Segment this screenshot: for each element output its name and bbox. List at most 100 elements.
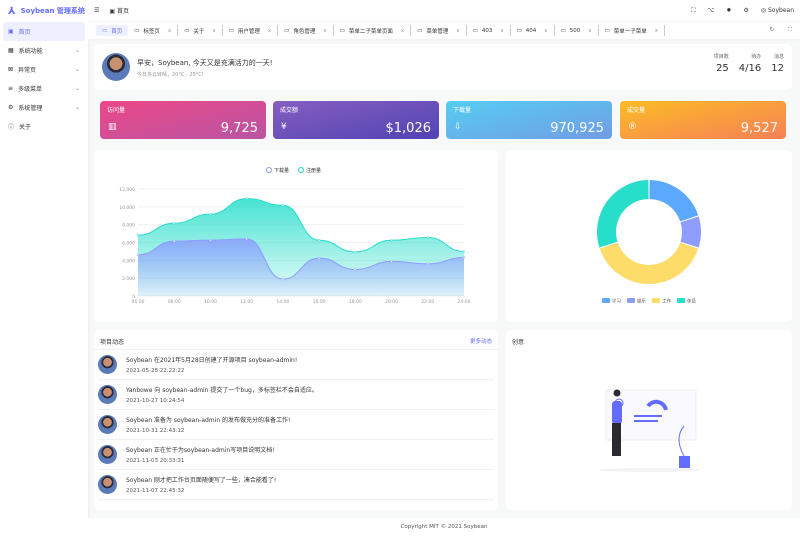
x-tick-label: 16:00 bbox=[313, 299, 326, 305]
fullscreen-icon[interactable]: ⛶ bbox=[691, 7, 695, 15]
tab-label: 404 bbox=[525, 27, 537, 34]
greeting-stat: 项目数 25 bbox=[714, 53, 729, 74]
data-point bbox=[317, 256, 321, 260]
tab[interactable]: ▭ 首页 bbox=[96, 25, 129, 36]
tab[interactable]: ▭ 403 x bbox=[467, 25, 511, 36]
area-chart: 02,0004,0006,0008,00010,00012,00006:00 08… bbox=[119, 167, 471, 305]
more-activity-link[interactable]: 更多动态 bbox=[470, 337, 492, 345]
breadcrumb[interactable]: ▣ 首页 bbox=[109, 6, 129, 15]
avatar bbox=[98, 415, 117, 434]
close-icon[interactable]: x bbox=[500, 28, 503, 34]
tab[interactable]: ▭ 404 x bbox=[511, 25, 555, 36]
sidebar-item[interactable]: ⊠ 异常页 ⌄ bbox=[3, 60, 85, 79]
tab-label: 菜单管理 bbox=[426, 28, 449, 35]
download-icon: ⇩ bbox=[454, 122, 462, 132]
creativity-illustration bbox=[599, 389, 699, 472]
avatar bbox=[98, 475, 117, 494]
bar-chart-icon: ▥ bbox=[108, 122, 117, 132]
legend-label: 休息 bbox=[687, 298, 696, 305]
activity-time: 2021-05-28 22:22:22 bbox=[126, 368, 185, 374]
breadcrumb-item: 首页 bbox=[116, 8, 129, 15]
stat-label: 待办 bbox=[751, 54, 762, 60]
tab[interactable]: ▭ 500 x bbox=[555, 25, 599, 36]
fullscreen-icon[interactable]: ⛶ bbox=[788, 27, 792, 34]
sidebar-item[interactable]: ▦ 系统功能 ⌄ bbox=[3, 41, 85, 60]
close-icon[interactable]: x bbox=[268, 28, 271, 34]
tab[interactable]: ▭ 菜单管理 x bbox=[411, 25, 467, 36]
tab-icon: ▭ bbox=[184, 27, 190, 34]
close-icon[interactable]: x bbox=[401, 28, 404, 34]
tab[interactable]: ▭ 关于 x bbox=[178, 25, 223, 36]
close-icon[interactable]: x bbox=[456, 28, 459, 34]
user-menu[interactable]: ◎ Soybean bbox=[761, 7, 794, 14]
y-tick-label: 2,000 bbox=[122, 276, 135, 282]
stat-value: 4/16 bbox=[738, 63, 762, 74]
greeting-stat: 消息 12 bbox=[771, 53, 784, 74]
x-tick-label: 24:00 bbox=[458, 299, 471, 305]
x-tick-label: 20:00 bbox=[385, 299, 398, 305]
legend-label: 学习 bbox=[612, 298, 621, 305]
close-icon[interactable]: x bbox=[168, 28, 171, 34]
theme-toggle-icon[interactable]: ✹ bbox=[726, 7, 731, 14]
tab-icon: ▭ bbox=[134, 27, 140, 34]
pie-slice bbox=[649, 180, 699, 222]
creativity-card: 创意 bbox=[506, 330, 792, 510]
x-tick-label: 08:00 bbox=[168, 299, 181, 305]
logo[interactable]: ⅄ Soybean 管理系统 bbox=[0, 0, 88, 22]
line-chart-card: 0 2,000 4,000 6,000 8,000 10,000 12,000 06:00 08… bbox=[94, 150, 498, 322]
tab-icon: ▭ bbox=[516, 27, 522, 34]
tab-label: 关于 bbox=[193, 28, 205, 35]
card-value: $1,026 bbox=[385, 121, 432, 136]
close-icon[interactable]: x bbox=[212, 28, 215, 34]
user-name: Soybean bbox=[767, 7, 794, 14]
github-icon[interactable]: ⌥ bbox=[707, 7, 714, 14]
tab-label: 菜单一子菜单 bbox=[613, 28, 647, 35]
tab-label: 500 bbox=[569, 27, 581, 34]
tab-label: 403 bbox=[481, 27, 493, 34]
tab[interactable]: ▭ 用户管理 x bbox=[223, 25, 279, 36]
close-icon[interactable]: x bbox=[588, 28, 591, 34]
activity-text: Soybean 准备为 soybean-admin 的发布做充分的准备工作! bbox=[126, 417, 291, 424]
app-title: Soybean 管理系统 bbox=[20, 7, 85, 15]
tab[interactable]: ▭ 标签页 x bbox=[128, 25, 179, 36]
collapse-menu-icon[interactable]: ☰ bbox=[94, 7, 99, 14]
legend-label: 娱乐 bbox=[637, 298, 646, 305]
activity-title: 项目动态 bbox=[100, 339, 125, 346]
settings-icon[interactable]: ⚙ bbox=[743, 7, 748, 14]
weather-text: 今日多云转晴，20°C - 25°C! bbox=[137, 72, 204, 78]
data-point bbox=[209, 238, 212, 242]
card-label: 访问量 bbox=[107, 107, 126, 114]
legend-marker bbox=[627, 298, 635, 303]
activity-text: Soybean 在2021年5月28日创建了开源项目 soybean-admin… bbox=[126, 357, 298, 364]
sidebar-item-label: 首页 bbox=[18, 29, 31, 36]
close-icon[interactable]: x bbox=[655, 28, 658, 34]
x-tick-label: 22:00 bbox=[421, 299, 434, 305]
x-tick-label: 12:00 bbox=[240, 299, 253, 305]
pie-chart: 学习 娱乐 工作 休息 bbox=[597, 180, 701, 305]
tab[interactable]: ▭ 角色管理 x bbox=[278, 25, 334, 36]
stat-card: 成交额 ¥ $1,026 bbox=[273, 101, 439, 139]
data-point bbox=[317, 238, 321, 242]
activity-card: 项目动态 更多动态 Soybean 在2021年5月28日创建了开源项目 soy… bbox=[94, 330, 498, 510]
list-item: Soybean 准备为 soybean-admin 的发布做充分的准备工作! 20… bbox=[98, 410, 494, 440]
close-icon[interactable]: x bbox=[544, 28, 547, 34]
activity-time: 2021-10-27 10:24:54 bbox=[126, 398, 185, 404]
activity-time: 2021-10-31 22:43:12 bbox=[126, 428, 185, 434]
exception-icon: ⊠ bbox=[8, 66, 14, 73]
sidebar-item[interactable]: ≡ 多级菜单 ⌄ bbox=[3, 79, 85, 98]
close-icon[interactable]: x bbox=[323, 28, 326, 34]
sidebar-item[interactable]: ⚙ 系统管理 ⌄ bbox=[3, 98, 85, 117]
tab[interactable]: ▭ 菜单二子菜单页面 x bbox=[334, 25, 412, 36]
settings-icon: ⚙ bbox=[8, 104, 14, 111]
chevron-down-icon: ⌄ bbox=[74, 104, 80, 111]
data-point bbox=[136, 233, 140, 237]
sidebar-item[interactable]: ▣ 首页 bbox=[3, 22, 85, 41]
tab-icon: ▭ bbox=[417, 27, 423, 34]
sidebar-item[interactable]: ⓘ 关于 bbox=[3, 117, 85, 136]
reload-icon[interactable]: ↻ bbox=[770, 27, 775, 34]
tab-icon: ▭ bbox=[284, 27, 290, 34]
greeting-stat: 待办 4/16 bbox=[739, 53, 761, 74]
avatar bbox=[98, 385, 117, 404]
card-label: 成交额 bbox=[280, 107, 299, 114]
tab[interactable]: ▭ 菜单一子菜单 x bbox=[599, 25, 666, 36]
